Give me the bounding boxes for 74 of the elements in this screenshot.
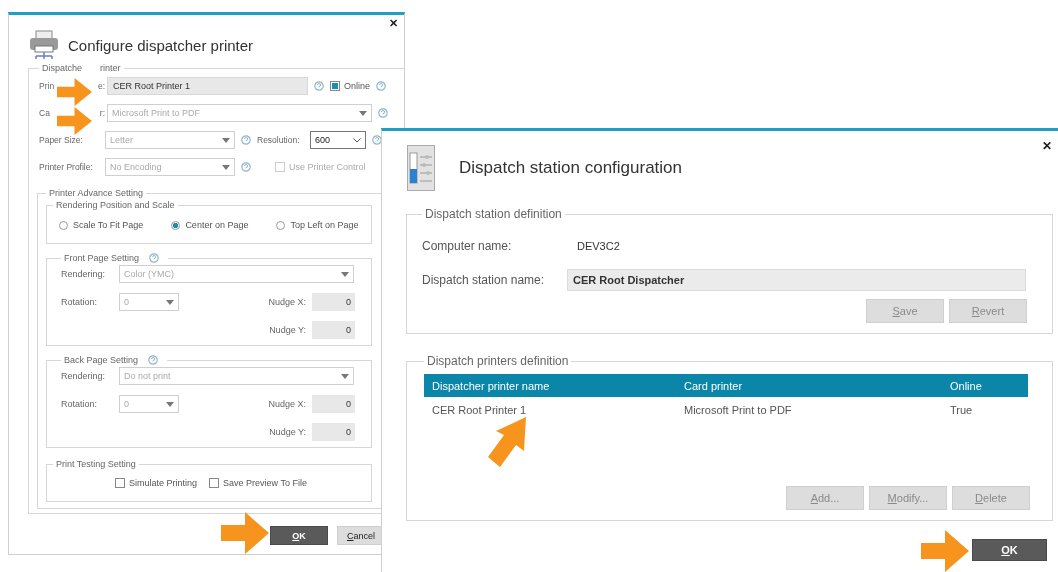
help-icon[interactable]: [314, 81, 324, 91]
field-label: Dispatch station name:: [422, 273, 546, 287]
input-field[interactable]: 0: [312, 395, 355, 413]
input-field[interactable]: 0: [312, 321, 355, 339]
pointer-arrow: [221, 512, 269, 554]
field-label: e:: [97, 81, 105, 91]
radio-option[interactable]: Top Left on Page: [276, 220, 359, 230]
caret-icon: [222, 137, 230, 143]
table-cell-text: True: [949, 404, 974, 416]
field-label: Rendering:: [61, 371, 107, 381]
group-title: Printer Advance Setting: [49, 188, 144, 198]
input-field[interactable]: 0: [312, 293, 355, 311]
field-label: Rotation:: [61, 297, 99, 307]
group-title: rinter: [100, 63, 121, 73]
pointer-arrow: [57, 107, 92, 135]
dialog-title: Dispatch station configuration: [459, 158, 683, 178]
pointer-arrow: [921, 530, 969, 572]
help-icon[interactable]: [241, 135, 251, 145]
input-field[interactable]: 0: [312, 423, 355, 441]
ok-button[interactable]: OK: [972, 539, 1047, 561]
field-label: Nudge X:: [268, 399, 307, 409]
close-icon[interactable]: ✕: [389, 17, 398, 30]
field-label: Nudge Y:: [269, 325, 307, 335]
column-header: Dispatcher printer name: [431, 379, 551, 392]
computer-name-value: DEV3C2: [576, 240, 620, 252]
field-label: Paper Size:: [39, 135, 84, 145]
column-header: Card printer: [683, 379, 744, 392]
help-icon[interactable]: [148, 355, 159, 365]
help-icon[interactable]: [372, 135, 382, 145]
table-cell-text: Microsoft Print to PDF: [683, 404, 793, 416]
caret-icon: [166, 299, 174, 305]
input-field[interactable]: CER Root Printer 1: [107, 77, 308, 95]
online-checkbox[interactable]: Online: [330, 81, 370, 91]
field-label: Rotation:: [61, 399, 99, 409]
field-label: Resolution:: [257, 135, 301, 145]
field-label: Rendering:: [61, 269, 107, 279]
field-label: r:: [99, 108, 105, 118]
caret-icon: [353, 137, 361, 143]
dropdown[interactable]: 600: [310, 131, 366, 149]
table-cell-text: CER Root Printer 1: [431, 404, 528, 416]
field-label: Nudge Y:: [269, 427, 307, 437]
pointer-arrow: [57, 78, 92, 106]
checkbox-option[interactable]: Save Preview To File: [209, 478, 307, 488]
field-label: Computer name:: [422, 239, 513, 253]
printer-icon: [28, 29, 60, 61]
radio-option[interactable]: Center on Page: [171, 220, 249, 230]
group-title: Dispatch station definition: [425, 207, 562, 221]
group-title: Print Testing Setting: [56, 459, 136, 469]
help-icon[interactable]: [376, 81, 386, 91]
caret-icon: [341, 373, 349, 379]
checkbox-option[interactable]: Simulate Printing: [115, 478, 198, 488]
group-title: Front Page Setting: [64, 253, 140, 263]
help-icon[interactable]: [241, 162, 251, 172]
caret-icon: [166, 401, 174, 407]
input-field[interactable]: CER Root Dispatcher: [567, 269, 1026, 291]
ok-button[interactable]: OK: [270, 526, 328, 545]
caret-icon: [222, 164, 230, 170]
group-title: Back Page Setting: [64, 355, 139, 365]
help-icon[interactable]: [378, 108, 388, 118]
help-icon[interactable]: [149, 253, 160, 263]
caret-icon: [359, 110, 367, 116]
caret-icon: [341, 271, 349, 277]
column-header: Online: [949, 379, 983, 392]
settings-sliders-icon: [407, 145, 435, 191]
group-title: Rendering Position and Scale: [56, 200, 175, 210]
radio-option[interactable]: Scale To Fit Page: [59, 220, 144, 230]
dialog-title: Configure dispatcher printer: [68, 36, 254, 54]
group-title: Dispatch printers definition: [427, 354, 569, 368]
group-title: Dispatche: [42, 63, 83, 73]
field-label: Ca: [39, 108, 50, 118]
field-label: Prin: [39, 81, 55, 91]
field-label: Nudge X:: [268, 297, 307, 307]
field-label: Printer Profile:: [39, 162, 94, 172]
close-icon[interactable]: ✕: [1042, 139, 1052, 153]
